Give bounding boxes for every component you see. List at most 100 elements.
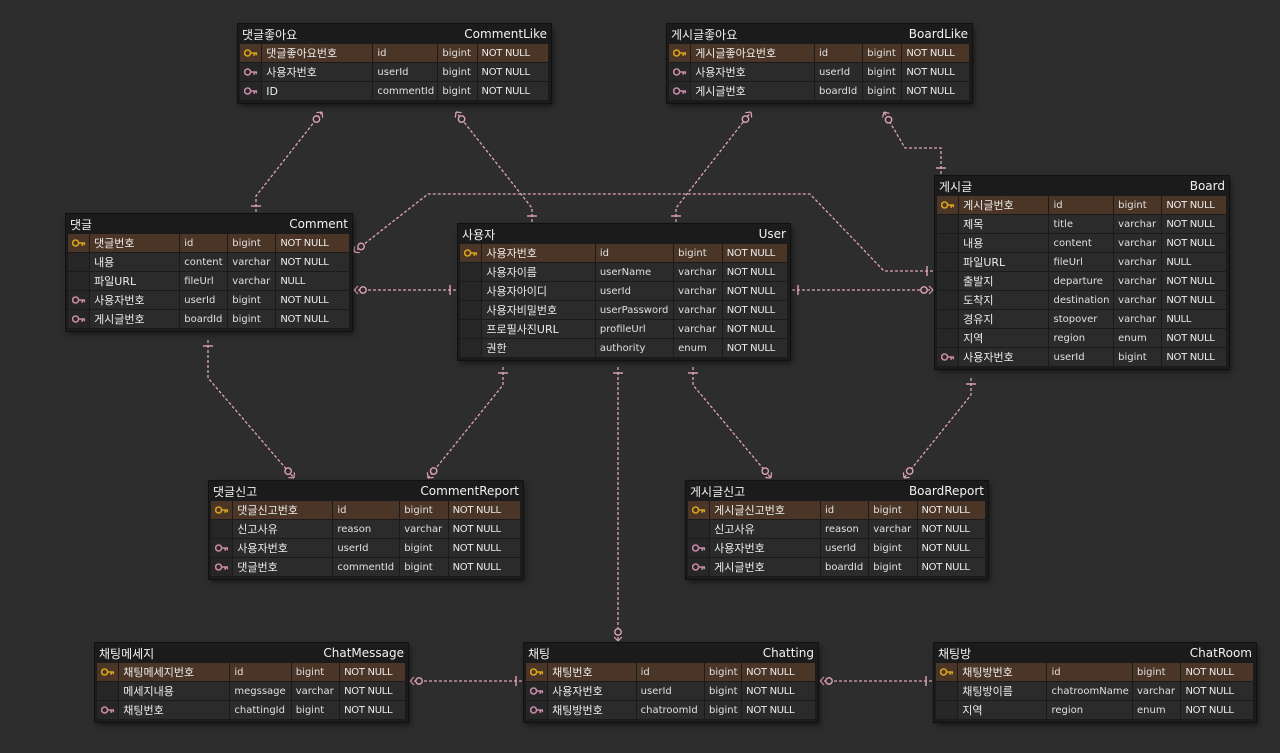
entity-header[interactable]: 댓글신고 CommentReport bbox=[209, 481, 523, 501]
entity-name-en: BoardReport bbox=[908, 484, 984, 498]
column-row[interactable]: 댓글좋아요번호 id bigint NOT NULL bbox=[240, 44, 550, 63]
many-marker bbox=[415, 677, 423, 685]
many-marker bbox=[359, 286, 367, 294]
key-cell bbox=[526, 701, 549, 720]
entity-chatroom[interactable]: 채팅방 ChatRoom 채팅방번호 id bigint NOT NULL 채팅방이름 cha… bbox=[934, 643, 1256, 722]
entity-header[interactable]: 게시글 Board bbox=[935, 176, 1229, 196]
column-row[interactable]: 사용자번호 userId bigint NOT NULL bbox=[526, 682, 816, 701]
entity-board[interactable]: 게시글 Board 게시글번호 id bigint NOT NULL 제목 title varc… bbox=[935, 176, 1229, 369]
column-row[interactable]: 채팅메세지번호 id bigint NOT NULL bbox=[97, 663, 407, 682]
entity-header[interactable]: 채팅방 ChatRoom bbox=[934, 643, 1256, 663]
entity-header[interactable]: 게시글신고 BoardReport bbox=[686, 481, 988, 501]
relation-comment-commentreport[interactable] bbox=[203, 340, 296, 479]
relation-user-commentreport[interactable] bbox=[426, 367, 508, 479]
primary-key-icon bbox=[529, 668, 544, 676]
relation-chatting-chatmessage[interactable] bbox=[409, 676, 522, 686]
entity-header[interactable]: 사용자 User bbox=[458, 224, 790, 244]
column-row[interactable]: 사용자이름 userName varchar NOT NULL bbox=[460, 263, 788, 282]
relation-user-commentlike[interactable] bbox=[454, 111, 537, 222]
column-row[interactable]: 파일URL fileUrl varchar NULL bbox=[68, 272, 351, 291]
key-cell bbox=[97, 682, 120, 701]
column-row[interactable]: 채팅방이름 chatroomName varchar NOT NULL bbox=[936, 682, 1255, 701]
entity-chatting[interactable]: 채팅 Chatting 채팅번호 id bigint NOT NULL 사용자번호 userI… bbox=[524, 643, 818, 722]
column-row[interactable]: 게시글번호 id bigint NOT NULL bbox=[937, 196, 1227, 215]
column-row[interactable]: 사용자비밀번호 userPassword varchar NOT NULL bbox=[460, 301, 788, 320]
column-row[interactable]: 게시글번호 boardId bigint NOT NULL bbox=[669, 82, 970, 101]
entity-boardlike[interactable]: 게시글좋아요 BoardLike 게시글좋아요번호 id bigint NOT NULL 사… bbox=[667, 24, 972, 103]
entity-user[interactable]: 사용자 User 사용자번호 id bigint NOT NULL 사용자이름 userNam… bbox=[458, 224, 790, 360]
entity-header[interactable]: 댓글좋아요 CommentLike bbox=[238, 24, 551, 44]
column-row[interactable]: 채팅방번호 id bigint NOT NULL bbox=[936, 663, 1255, 682]
relation-chatroom-chatting[interactable] bbox=[819, 676, 932, 686]
column-row[interactable]: 내용 content varchar NOT NULL bbox=[937, 234, 1227, 253]
relation-user-chatting[interactable] bbox=[613, 367, 623, 642]
entity-comment[interactable]: 댓글 Comment 댓글번호 id bigint NOT NULL 내용 content va… bbox=[66, 214, 352, 331]
column-row[interactable]: 경유지 stopover varchar NULL bbox=[937, 310, 1227, 329]
entity-commentlike[interactable]: 댓글좋아요 CommentLike 댓글좋아요번호 id bigint NOT NULL 사… bbox=[238, 24, 551, 103]
column-row[interactable]: 채팅번호 id bigint NOT NULL bbox=[526, 663, 816, 682]
column-row[interactable]: 게시글번호 boardId bigint NOT NULL bbox=[68, 310, 351, 329]
entity-columns: 게시글번호 id bigint NOT NULL 제목 title varchar NOT N… bbox=[935, 196, 1229, 369]
column-row[interactable]: 사용자번호 userId bigint NOT NULL bbox=[211, 539, 521, 558]
column-row[interactable]: 도착지 destination varchar NOT NULL bbox=[937, 291, 1227, 310]
column-row[interactable]: 사용자아이디 userId varchar NOT NULL bbox=[460, 282, 788, 301]
column-row[interactable]: 내용 content varchar NOT NULL bbox=[68, 253, 351, 272]
relation-board-boardreport[interactable] bbox=[902, 378, 976, 479]
entity-header[interactable]: 채팅메세지 ChatMessage bbox=[95, 643, 408, 663]
column-row[interactable]: 제목 title varchar NOT NULL bbox=[937, 215, 1227, 234]
many-marker bbox=[357, 242, 365, 251]
column-row[interactable]: 메세지내용 megssage varchar NOT NULL bbox=[97, 682, 407, 701]
column-row[interactable]: 사용자번호 userId bigint NOT NULL bbox=[669, 63, 970, 82]
column-row[interactable]: 출발지 departure varchar NOT NULL bbox=[937, 272, 1227, 291]
column-type: varchar bbox=[400, 520, 449, 539]
relation-board-boardlike[interactable] bbox=[881, 111, 946, 174]
column-nullability: NOT NULL bbox=[276, 234, 351, 253]
column-row[interactable]: 게시글좋아요번호 id bigint NOT NULL bbox=[669, 44, 970, 63]
entity-boardreport[interactable]: 게시글신고 BoardReport 게시글신고번호 id bigint NOT NULL 신… bbox=[686, 481, 988, 579]
key-cell bbox=[936, 701, 959, 720]
column-row[interactable]: 게시글번호 boardId bigint NOT NULL bbox=[688, 558, 986, 577]
column-row[interactable]: 사용자번호 userId bigint NOT NULL bbox=[240, 63, 550, 82]
column-row[interactable]: 권한 authority enum NOT NULL bbox=[460, 339, 788, 358]
column-row[interactable]: 게시글신고번호 id bigint NOT NULL bbox=[688, 501, 986, 520]
column-row[interactable]: 채팅번호 chattingId bigint NOT NULL bbox=[97, 701, 407, 720]
relation-user-boardlike[interactable] bbox=[671, 111, 753, 222]
column-nullability: NOT NULL bbox=[448, 520, 521, 539]
entity-header[interactable]: 채팅 Chatting bbox=[524, 643, 818, 663]
column-row[interactable]: 프로필사진URL profileUrl varchar NOT NULL bbox=[460, 320, 788, 339]
column-label: 출발지 bbox=[959, 272, 1050, 291]
primary-key-icon bbox=[672, 49, 687, 57]
column-row[interactable]: 파일URL fileUrl varchar NULL bbox=[937, 253, 1227, 272]
column-nullability: NOT NULL bbox=[902, 82, 970, 101]
entity-commentreport[interactable]: 댓글신고 CommentReport 댓글신고번호 id bigint NOT NULL 신… bbox=[209, 481, 523, 579]
column-row[interactable]: 댓글번호 commentId bigint NOT NULL bbox=[211, 558, 521, 577]
primary-key-icon bbox=[243, 49, 258, 57]
column-row[interactable]: 사용자번호 userId bigint NOT NULL bbox=[68, 291, 351, 310]
column-row[interactable]: 채팅방번호 chatroomId bigint NOT NULL bbox=[526, 701, 816, 720]
column-row[interactable]: 신고사유 reason varchar NOT NULL bbox=[211, 520, 521, 539]
relation-user-board[interactable] bbox=[792, 285, 934, 295]
column-row[interactable]: 지역 region enum NOT NULL bbox=[937, 329, 1227, 348]
column-type: varchar bbox=[1114, 310, 1163, 329]
column-type: varchar bbox=[674, 282, 723, 301]
column-type: bigint bbox=[869, 501, 918, 520]
relation-comment-commentlike[interactable] bbox=[251, 111, 324, 212]
column-row[interactable]: 신고사유 reason varchar NOT NULL bbox=[688, 520, 986, 539]
column-row[interactable]: 사용자번호 userId bigint NOT NULL bbox=[937, 348, 1227, 367]
column-row[interactable]: 지역 region enum NOT NULL bbox=[936, 701, 1255, 720]
column-label: 제목 bbox=[959, 215, 1050, 234]
column-row[interactable]: 사용자번호 id bigint NOT NULL bbox=[460, 244, 788, 263]
entity-columns: 채팅번호 id bigint NOT NULL 사용자번호 userId bigint NOT… bbox=[524, 663, 818, 722]
key-cell bbox=[936, 663, 959, 682]
entity-chatmessage[interactable]: 채팅메세지 ChatMessage 채팅메세지번호 id bigint NOT NULL 메… bbox=[95, 643, 408, 722]
relation-user-comment[interactable] bbox=[353, 285, 456, 295]
column-row[interactable]: ID commentId bigint NOT NULL bbox=[240, 82, 550, 101]
entity-header[interactable]: 댓글 Comment bbox=[66, 214, 352, 234]
relation-user-boardreport[interactable] bbox=[688, 367, 773, 479]
column-nullability: NOT NULL bbox=[722, 282, 788, 301]
entity-header[interactable]: 게시글좋아요 BoardLike bbox=[667, 24, 972, 44]
column-row[interactable]: 댓글신고번호 id bigint NOT NULL bbox=[211, 501, 521, 520]
column-row[interactable]: 사용자번호 userId bigint NOT NULL bbox=[688, 539, 986, 558]
column-row[interactable]: 댓글번호 id bigint NOT NULL bbox=[68, 234, 351, 253]
column-label: 게시글번호 bbox=[691, 82, 815, 101]
